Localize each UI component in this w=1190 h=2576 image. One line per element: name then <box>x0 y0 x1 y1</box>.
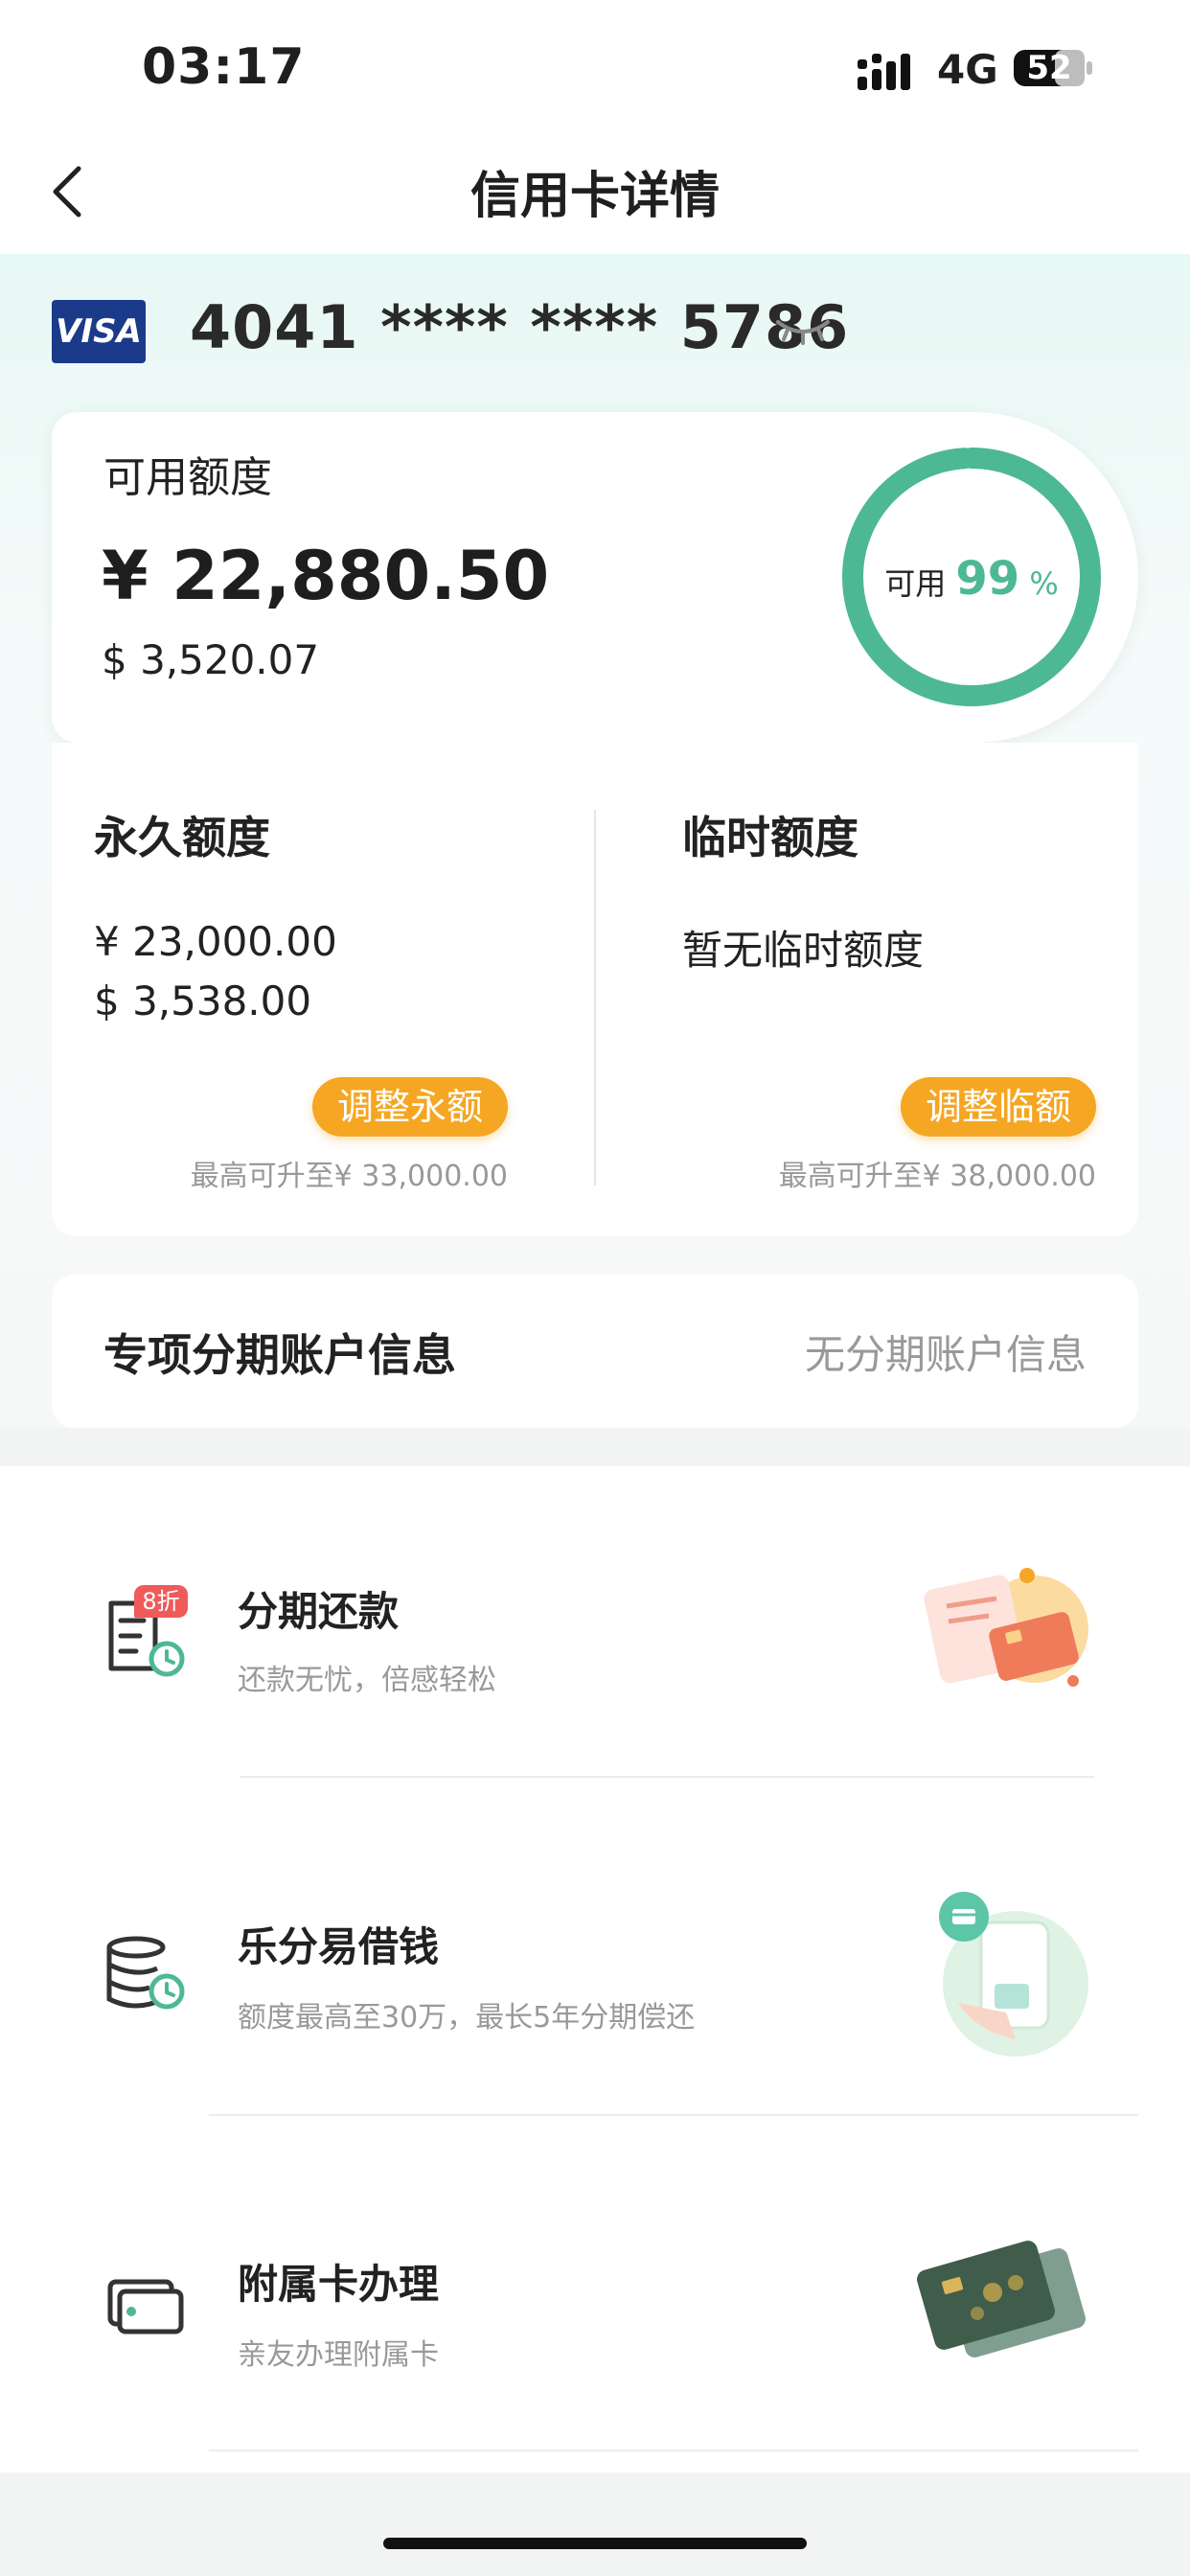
cards-icon <box>107 2279 184 2334</box>
temporary-max-note: 最高可升至¥ 38,000.00 <box>778 1160 1096 1193</box>
list-divider <box>209 2450 1138 2451</box>
available-amount-usd: $ 3,520.07 <box>102 636 320 683</box>
phone-loan-illustration <box>939 1892 1088 2057</box>
battery-level: 52 <box>1026 49 1072 87</box>
page-title: 信用卡详情 <box>469 168 720 225</box>
permanent-limit-label: 永久额度 <box>94 812 270 863</box>
network-type: 4G <box>937 46 998 93</box>
home-indicator[interactable] <box>383 2538 807 2549</box>
hide-eye-icon[interactable] <box>774 316 832 345</box>
service-title: 分期还款 <box>238 1588 400 1635</box>
bill-card-illustration <box>924 1568 1088 1687</box>
list-divider <box>209 2114 1138 2116</box>
adjust-permanent-button[interactable]: 调整永额 <box>312 1077 508 1137</box>
ring-text: 可用 99 % <box>841 552 1102 606</box>
temporary-limit-none: 暂无临时额度 <box>682 927 925 974</box>
installment-account-label: 专项分期账户信息 <box>103 1329 456 1381</box>
service-title: 附属卡办理 <box>238 2261 440 2308</box>
permanent-limit-cny: ¥ 23,000.00 <box>94 918 337 965</box>
service-title: 乐分易借钱 <box>238 1923 440 1970</box>
temporary-limit-label: 临时额度 <box>682 812 858 863</box>
service-subtitle: 额度最高至30万，最长5年分期偿还 <box>238 2001 696 2035</box>
cards-illustration <box>917 2241 1086 2358</box>
battery-icon: 52 <box>1013 46 1093 90</box>
status-time: 03:17 <box>142 38 306 96</box>
visa-logo: VISA <box>52 300 146 363</box>
service-subtitle: 亲友办理附属卡 <box>238 2338 439 2372</box>
available-amount-cny: ¥ 22,880.50 <box>102 537 550 615</box>
card-number: 4041 **** **** 5786 <box>190 292 850 362</box>
discount-badge: 8折 <box>134 1585 188 1618</box>
ring-percent-symbol: % <box>1029 565 1059 602</box>
adjust-temporary-button[interactable]: 调整临额 <box>901 1077 1096 1137</box>
service-subtitle: 还款无忧，倍感轻松 <box>238 1664 496 1697</box>
installment-account-value: 无分期账户信息 <box>804 1331 1087 1378</box>
permanent-max-note: 最高可升至¥ 33,000.00 <box>190 1160 508 1193</box>
signal-icon <box>858 54 910 90</box>
ring-label: 可用 <box>884 565 947 602</box>
permanent-limit-usd: $ 3,538.00 <box>94 978 312 1024</box>
available-label: 可用额度 <box>103 453 272 502</box>
limits-divider <box>594 810 596 1185</box>
list-divider <box>240 1776 1094 1778</box>
ring-percent: 99 <box>955 552 1020 606</box>
coins-clock-icon <box>106 1936 185 2010</box>
